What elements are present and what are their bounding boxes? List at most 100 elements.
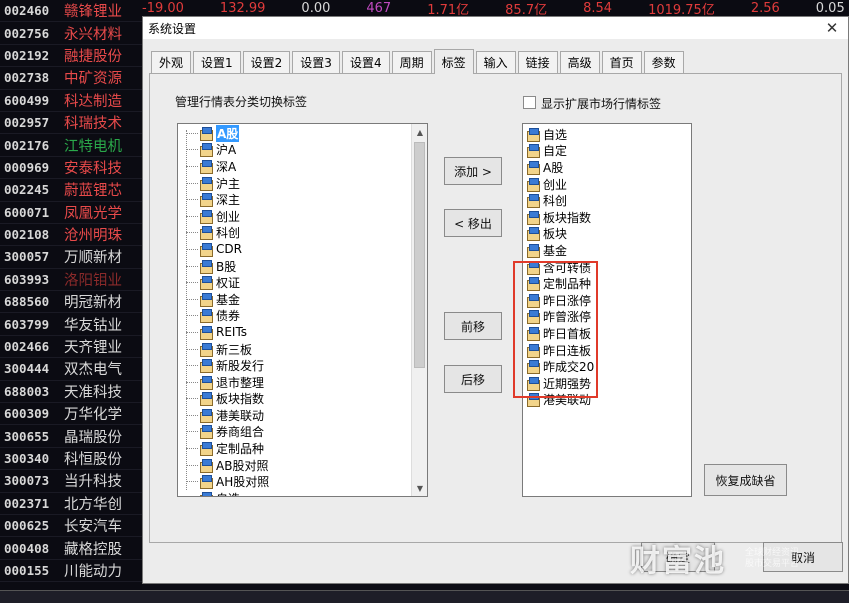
stock-row[interactable]: 002192 融捷股份 (0, 45, 142, 68)
stock-row[interactable]: 300340 科恒股份 (0, 448, 142, 471)
stock-code: 002957 (4, 115, 50, 131)
tab-3[interactable]: 设置3 (292, 51, 340, 73)
list-item[interactable]: 权证 (178, 274, 427, 291)
stock-row[interactable]: 600499 科达制造 (0, 90, 142, 112)
stock-row[interactable]: 600071 凤凰光学 (0, 202, 142, 224)
list-item[interactable]: 港美联动 (178, 407, 427, 424)
list-item[interactable]: 基金 (523, 242, 691, 259)
tab-11[interactable]: 参数 (643, 51, 684, 73)
stock-row[interactable]: 000155 川能动力 (0, 560, 142, 583)
list-item[interactable]: CDR (178, 241, 427, 258)
tab-2[interactable]: 设置2 (242, 51, 291, 73)
list-item[interactable]: 深A (178, 158, 427, 175)
list-item-label: 退市整理 (216, 375, 265, 390)
stock-code: 002245 (4, 182, 50, 198)
stock-row[interactable]: 600309 万华化学 (0, 403, 142, 426)
list-item[interactable]: 沪主 (178, 175, 427, 192)
available-labels-list[interactable]: A股 沪A 深A 沪主 深主 创业 科创 CDR B股 权证 基金 债券 REITs 新三板 新股发行 退市整… (177, 123, 428, 497)
stock-row[interactable]: 002738 中矿资源 (0, 67, 142, 90)
list-item[interactable]: 自选 (523, 126, 691, 143)
stock-row[interactable]: 002756 永兴材料 (0, 22, 142, 45)
tab-4[interactable]: 设置4 (341, 51, 390, 73)
stock-code: 603993 (4, 271, 50, 287)
stock-code: 300340 (4, 451, 50, 466)
remove-button[interactable]: < 移出 (444, 209, 502, 237)
list-item[interactable]: 债券 (178, 308, 427, 325)
list-item[interactable]: 自选 (178, 490, 427, 496)
stock-code: 002108 (4, 227, 50, 243)
stock-name: 华友钴业 (64, 317, 122, 334)
stock-row[interactable]: 002460 赣锋锂业 (0, 0, 142, 23)
list-item[interactable]: 科创 (178, 225, 427, 242)
label-folder-icon (526, 177, 540, 192)
scroll-down-icon[interactable]: ▼ (412, 480, 427, 496)
tab-6[interactable]: 标签 (433, 49, 474, 74)
stock-row[interactable]: 002371 北方华创 (0, 493, 142, 515)
stock-row[interactable]: 000625 长安汽车 (0, 515, 142, 538)
stock-row[interactable]: 002245 蔚蓝锂芯 (0, 179, 142, 202)
list-item[interactable]: 深主 (178, 191, 427, 208)
close-icon[interactable]: ✕ (822, 18, 842, 38)
stock-row[interactable]: 300655 晶瑞股份 (0, 425, 142, 448)
background-bottom-bar (0, 590, 849, 603)
list-item-label: 新三板 (216, 342, 253, 357)
list-item[interactable]: 新三板 (178, 341, 427, 358)
stock-row[interactable]: 300073 当升科技 (0, 470, 142, 493)
list-item[interactable]: 板块 (523, 226, 691, 243)
list-item[interactable]: 定制品种 (178, 440, 427, 457)
list-item[interactable]: REITs (178, 324, 427, 341)
stock-row[interactable]: 002108 沧州明珠 (0, 224, 142, 247)
scroll-thumb[interactable] (414, 142, 425, 368)
tab-8[interactable]: 链接 (517, 51, 558, 73)
list-item[interactable]: 自定 (523, 143, 691, 160)
list-item[interactable]: B股 (178, 258, 427, 275)
tab-5[interactable]: 周期 (391, 51, 432, 73)
list-item[interactable]: A股 (178, 124, 427, 142)
restore-defaults-button[interactable]: 恢复成缺省 (704, 464, 787, 496)
stock-row[interactable]: 000969 安泰科技 (0, 157, 142, 180)
highlight-annotation (513, 261, 598, 398)
tab-10[interactable]: 首页 (601, 51, 642, 73)
stock-code: 000625 (4, 518, 50, 534)
list-item[interactable]: AB股对照 (178, 457, 427, 474)
stock-row[interactable]: 300057 万顺新材 (0, 246, 142, 269)
stock-row[interactable]: 603993 洛阳钼业 (0, 269, 142, 292)
stock-row[interactable]: 002466 天齐锂业 (0, 336, 142, 359)
scroll-up-icon[interactable]: ▲ (412, 124, 427, 140)
list-item[interactable]: 退市整理 (178, 374, 427, 391)
tab-9[interactable]: 高级 (559, 51, 600, 73)
list-item[interactable]: 科创 (523, 192, 691, 209)
move-down-button[interactable]: 后移 (444, 365, 502, 393)
add-button[interactable]: 添加 > (444, 157, 502, 185)
list-item[interactable]: 券商组合 (178, 424, 427, 441)
left-list-scrollbar[interactable]: ▲ ▼ (411, 124, 427, 496)
stock-code: 688003 (4, 383, 50, 399)
stock-row[interactable]: 002176 江特电机 (0, 134, 142, 157)
stock-row[interactable]: 002957 科瑞技术 (0, 112, 142, 135)
list-item[interactable]: 板块指数 (523, 209, 691, 226)
tab-7[interactable]: 输入 (475, 51, 516, 73)
show-extended-market-checkbox[interactable] (523, 96, 536, 109)
label-folder-icon (526, 194, 540, 209)
list-item[interactable]: 板块指数 (178, 391, 427, 408)
stock-row[interactable]: 688560 明冠新材 (0, 291, 142, 314)
list-item-label: REITs (216, 325, 248, 340)
list-item-label: 科创 (543, 194, 568, 209)
tab-1[interactable]: 设置1 (193, 51, 241, 73)
move-up-button[interactable]: 前移 (444, 312, 502, 340)
stock-row[interactable]: 000408 藏格控股 (0, 537, 142, 560)
stock-row[interactable]: 300444 双杰电气 (0, 358, 142, 381)
list-item[interactable]: 新股发行 (178, 357, 427, 374)
stock-name: 川能动力 (64, 563, 122, 580)
list-item[interactable]: A股 (523, 159, 691, 176)
list-item[interactable]: 沪A (178, 142, 427, 159)
stock-row[interactable]: 688003 天准科技 (0, 381, 142, 404)
list-item[interactable]: 创业 (523, 176, 691, 193)
stock-code: 603799 (4, 316, 50, 332)
list-item[interactable]: AH股对照 (178, 473, 427, 490)
tab-0[interactable]: 外观 (151, 51, 192, 73)
stock-row[interactable]: 603799 华友钴业 (0, 313, 142, 336)
quote-strip-value: 2.56 (750, 0, 780, 16)
list-item[interactable]: 基金 (178, 291, 427, 308)
list-item[interactable]: 创业 (178, 208, 427, 225)
